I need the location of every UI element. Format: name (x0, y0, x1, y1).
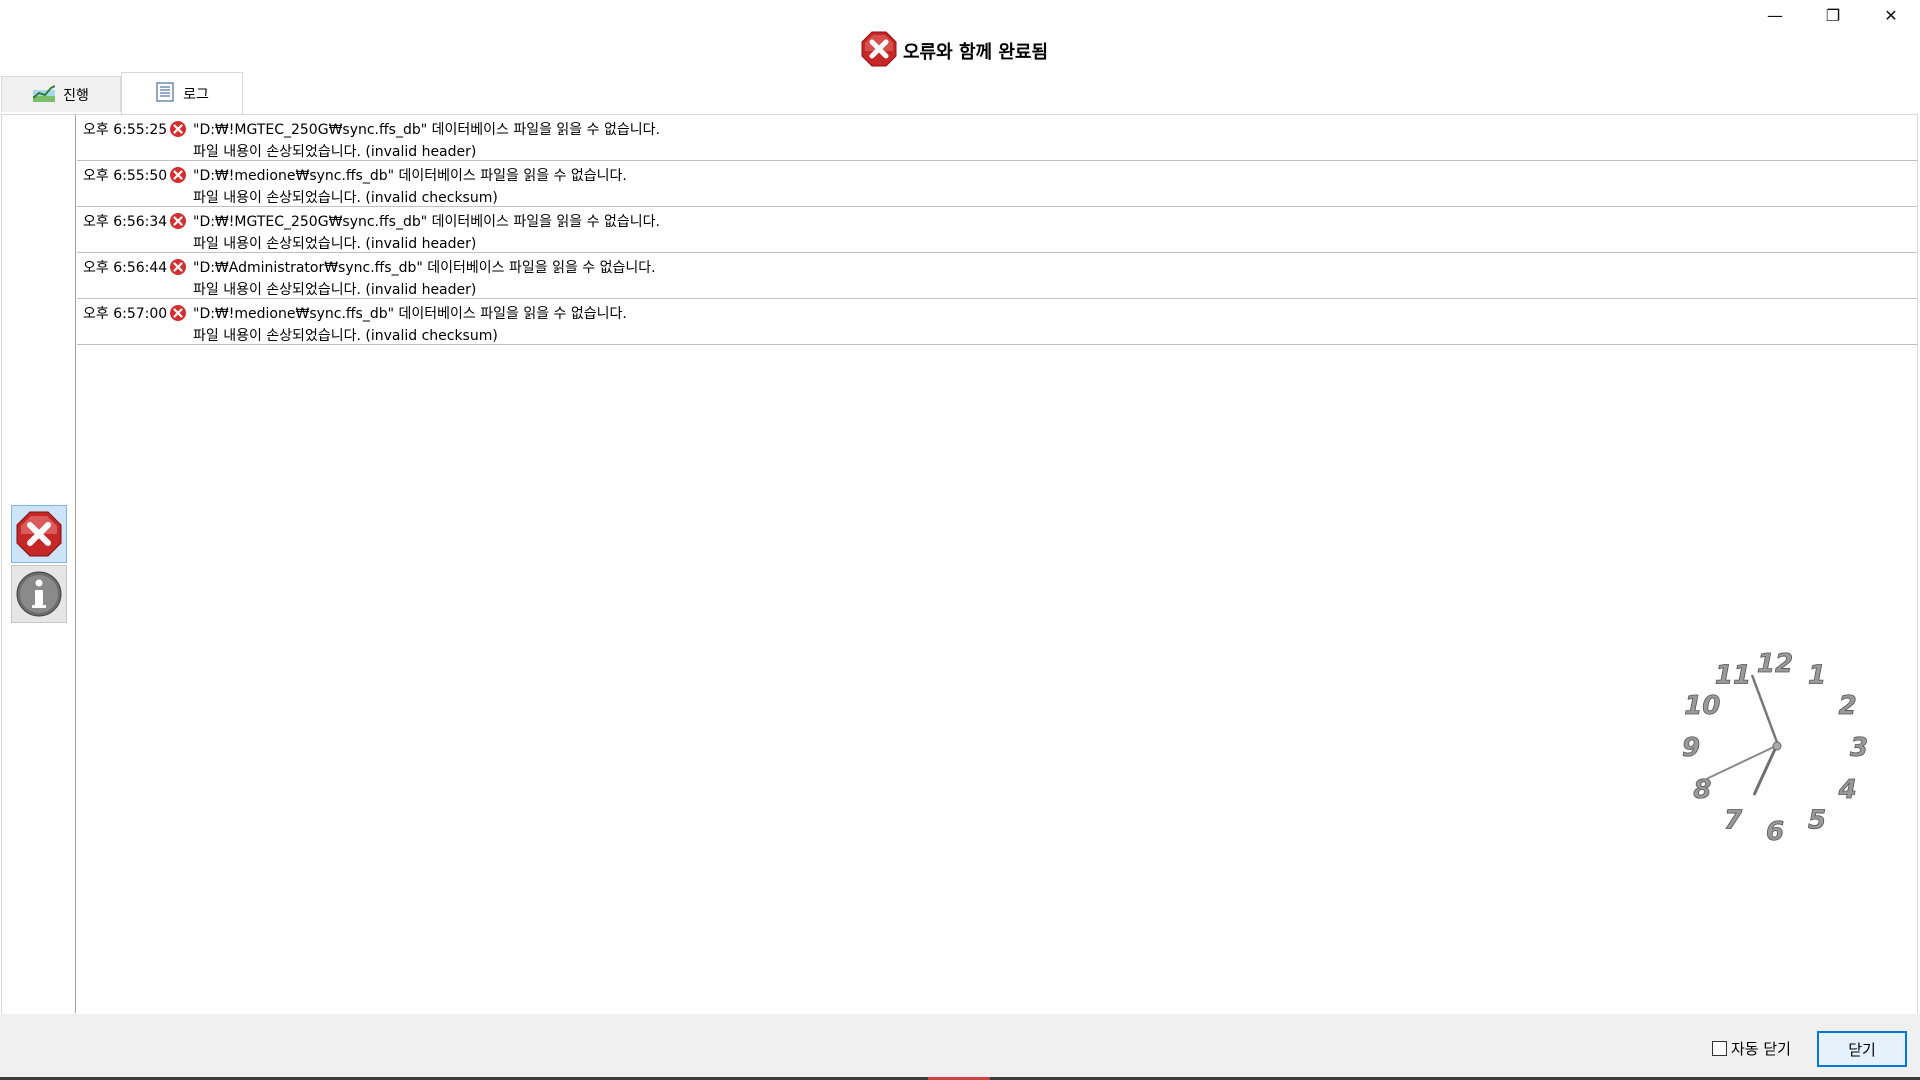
error-icon (861, 31, 897, 71)
log-message: "D:₩!medione₩sync.ffs_db" 데이터베이스 파일을 읽을 … (193, 306, 627, 322)
log-detail: 파일 내용이 손상되었습니다. (invalid checksum) (193, 328, 498, 344)
log-list: 오후 6:55:25 "D:₩!MGTEC_250G₩sync.ffs_db" … (77, 115, 1917, 345)
log-time: 오후 6:56:34 (83, 214, 168, 230)
tab-bar: 진행 로그 (0, 72, 1920, 114)
checkbox-box[interactable] (1712, 1041, 1727, 1056)
log-detail: 파일 내용이 손상되었습니다. (invalid header) (193, 236, 477, 252)
clock-second-hand (1699, 744, 1779, 783)
log-row[interactable]: 오후 6:57:00 "D:₩!medione₩sync.ffs_db" 데이터… (77, 299, 1917, 345)
restore-icon: ❐ (1825, 5, 1841, 25)
log-list-icon (155, 81, 175, 106)
log-filter-bar (2, 115, 76, 1013)
clock-numeral: 4 (1838, 775, 1857, 805)
log-row[interactable]: 오후 6:55:25 "D:₩!MGTEC_250G₩sync.ffs_db" … (77, 115, 1917, 161)
info-filter-button[interactable] (11, 565, 67, 623)
title-text: 오류와 함께 완료됨 (903, 42, 1049, 63)
error-icon (16, 511, 62, 557)
log-time: 오후 6:55:25 (83, 122, 168, 138)
close-window-button[interactable]: ✕ (1862, 0, 1920, 30)
footer-bar (0, 1014, 1920, 1080)
error-filter-button[interactable] (11, 505, 67, 563)
auto-close-checkbox[interactable]: 자동 닫기 (1712, 1038, 1791, 1059)
clock-numeral: 8 (1693, 775, 1711, 805)
log-detail: 파일 내용이 손상되었습니다. (invalid checksum) (193, 190, 498, 206)
clock-numeral: 6 (1766, 817, 1784, 847)
error-icon (169, 304, 187, 326)
clock-numeral: 7 (1724, 806, 1743, 836)
title-bar: 오류와 함께 완료됨 — ❐ ✕ (0, 0, 1920, 72)
clock-numeral: 10 (1684, 691, 1720, 721)
error-icon (169, 120, 187, 142)
log-message: "D:₩Administrator₩sync.ffs_db" 데이터베이스 파일… (193, 260, 656, 276)
clock-numeral: 12 (1757, 649, 1793, 679)
log-time: 오후 6:55:50 (83, 168, 168, 184)
progress-chart-icon (32, 84, 56, 106)
log-row[interactable]: 오후 6:56:44 "D:₩Administrator₩sync.ffs_db… (77, 253, 1917, 299)
close-button-label: 닫기 (1848, 1040, 1876, 1059)
log-row[interactable]: 오후 6:56:34 "D:₩!MGTEC_250G₩sync.ffs_db" … (77, 207, 1917, 253)
clock-numeral: 3 (1850, 733, 1868, 763)
log-detail: 파일 내용이 손상되었습니다. (invalid header) (193, 144, 477, 160)
log-time: 오후 6:57:00 (83, 306, 168, 322)
tab-progress[interactable]: 진행 (1, 76, 121, 112)
log-message: "D:₩!MGTEC_250G₩sync.ffs_db" 데이터베이스 파일을 … (193, 214, 660, 230)
clock-numeral: 9 (1682, 733, 1700, 763)
sync-result-window: 오류와 함께 완료됨 — ❐ ✕ 진행 로그 오후 6:55:25 "D:₩!M… (0, 0, 1920, 1080)
minimize-icon: — (1767, 5, 1783, 25)
clock-numeral: 2 (1839, 691, 1857, 721)
auto-close-label: 자동 닫기 (1731, 1040, 1791, 1058)
minimize-button[interactable]: — (1746, 0, 1804, 30)
info-icon (16, 571, 62, 617)
restore-button[interactable]: ❐ (1804, 0, 1862, 30)
tab-log-label: 로그 (183, 86, 209, 103)
error-icon (169, 166, 187, 188)
error-icon (169, 212, 187, 234)
log-time: 오후 6:56:44 (83, 260, 168, 276)
log-message: "D:₩!medione₩sync.ffs_db" 데이터베이스 파일을 읽을 … (193, 168, 627, 184)
clock-numeral: 1 (1808, 660, 1826, 690)
window-title: 오류와 함께 완료됨 (861, 31, 1049, 71)
clock-numeral: 5 (1808, 806, 1826, 836)
log-message: "D:₩!MGTEC_250G₩sync.ffs_db" 데이터베이스 파일을 … (193, 122, 660, 138)
clock-minute-hand (1750, 674, 1780, 746)
tab-log[interactable]: 로그 (121, 72, 243, 114)
close-button[interactable]: 닫기 (1817, 1031, 1907, 1067)
clock-center (1772, 741, 1782, 751)
log-panel: 오후 6:55:25 "D:₩!MGTEC_250G₩sync.ffs_db" … (1, 114, 1918, 1014)
analog-clock: 12 12 3 45678 9 1011 (1682, 649, 1869, 848)
error-icon (169, 258, 187, 280)
log-row[interactable]: 오후 6:55:50 "D:₩!medione₩sync.ffs_db" 데이터… (77, 161, 1917, 207)
log-detail: 파일 내용이 손상되었습니다. (invalid header) (193, 282, 477, 298)
tab-progress-label: 진행 (63, 87, 89, 104)
clock-numeral: 11 (1715, 660, 1751, 690)
close-icon: ✕ (1884, 5, 1898, 25)
